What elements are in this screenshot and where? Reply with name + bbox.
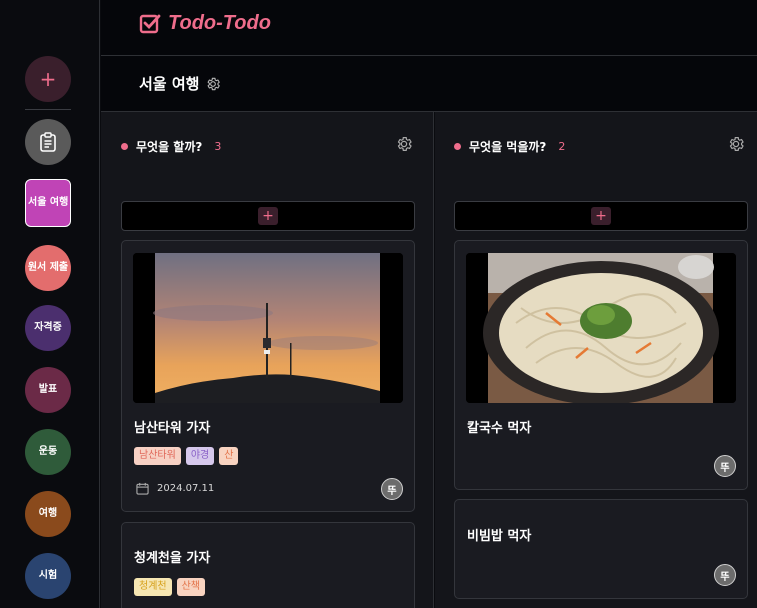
tag[interactable]: 남산타워 xyxy=(134,447,181,465)
gear-icon[interactable] xyxy=(727,135,745,153)
add-board-button[interactable]: + xyxy=(25,56,71,102)
tag[interactable]: 산책 xyxy=(176,578,206,596)
assignee-avatar[interactable]: 뚜 xyxy=(381,478,403,500)
column-header: 무엇을 먹을까? 2 xyxy=(454,138,565,155)
sidebar-divider xyxy=(25,109,71,110)
tag-list: 청계천 산책 xyxy=(134,578,206,596)
todo-card[interactable]: 남산타워 가자 남산타워 야경 산 2024.07.11 뚜 xyxy=(121,240,415,512)
column-count: 3 xyxy=(214,140,222,153)
assignee-avatar[interactable]: 뚜 xyxy=(714,564,736,586)
column-title: 무엇을 할까? xyxy=(136,140,203,154)
board-title: 서울 여행 xyxy=(139,75,200,93)
todo-card[interactable]: 비빔밥 먹자 뚜 xyxy=(454,499,748,599)
tag[interactable]: 청계천 xyxy=(134,578,172,596)
assignee-avatar[interactable]: 뚜 xyxy=(714,455,736,477)
clipboard-icon xyxy=(40,132,56,152)
gear-icon[interactable] xyxy=(395,135,413,153)
tag-list: 남산타워 야경 산 xyxy=(134,447,239,465)
kalguksu-photo xyxy=(466,253,736,403)
sidebar-item-board[interactable]: 자격증 xyxy=(25,305,71,351)
todo-card[interactable]: 청계천을 가자 청계천 산책 xyxy=(121,522,415,608)
app-title: Todo-Todo xyxy=(168,12,271,34)
checkbox-icon xyxy=(139,14,161,33)
card-title: 남산타워 가자 xyxy=(134,421,211,436)
sidebar-item-board[interactable]: 서울 여행 xyxy=(25,179,71,227)
card-title: 칼국수 먹자 xyxy=(467,421,532,436)
gear-icon[interactable] xyxy=(205,76,221,92)
namsan-tower-photo xyxy=(133,253,403,403)
add-card-button[interactable]: + xyxy=(454,201,748,231)
due-date-text: 2024.07.11 xyxy=(157,483,215,494)
column-dot xyxy=(454,143,461,150)
app-header: Todo-Todo xyxy=(101,0,757,56)
column: 무엇을 먹을까? 2 + 칼국수 먹자 뚜 비빔밥 먹자 뚜 xyxy=(435,112,757,608)
board-list-button[interactable] xyxy=(25,119,71,165)
column: 무엇을 할까? 3 + 남산타워 가자 남산타워 야경 산 2024.07.11… xyxy=(101,112,434,608)
card-due-date: 2024.07.11 xyxy=(136,482,214,495)
tag[interactable]: 산 xyxy=(219,447,239,465)
column-header: 무엇을 할까? 3 xyxy=(121,138,221,155)
card-title: 청계천을 가자 xyxy=(134,551,211,566)
todo-card[interactable]: 칼국수 먹자 뚜 xyxy=(454,240,748,490)
column-count: 2 xyxy=(558,140,566,153)
card-title: 비빔밥 먹자 xyxy=(467,529,532,544)
plus-icon: + xyxy=(258,207,278,225)
sidebar-item-board[interactable]: 여행 xyxy=(25,491,71,537)
sidebar-item-board[interactable]: 원서 제출 xyxy=(25,245,71,291)
column-dot xyxy=(121,143,128,150)
column-title: 무엇을 먹을까? xyxy=(469,140,547,154)
sidebar-item-board[interactable]: 시험 xyxy=(25,553,71,599)
card-image xyxy=(133,253,403,403)
tag[interactable]: 야경 xyxy=(185,447,215,465)
calendar-icon xyxy=(136,482,149,495)
sidebar-item-board[interactable]: 운동 xyxy=(25,429,71,475)
card-image xyxy=(466,253,736,403)
add-card-button[interactable]: + xyxy=(121,201,415,231)
plus-icon: + xyxy=(591,207,611,225)
sidebar: + 서울 여행 원서 제출 자격증 발표 운동 여행 시험 xyxy=(0,0,100,608)
sidebar-item-board[interactable]: 발표 xyxy=(25,367,71,413)
board-header: 서울 여행 xyxy=(101,56,757,112)
app-logo[interactable]: Todo-Todo xyxy=(139,12,271,35)
